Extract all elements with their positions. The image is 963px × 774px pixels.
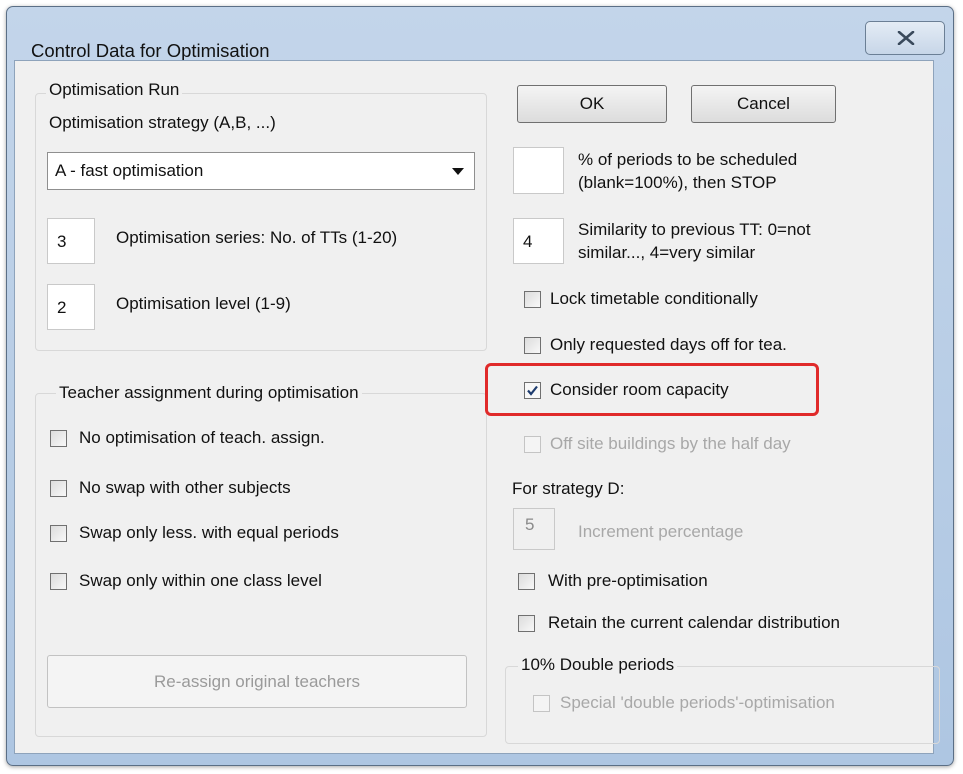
days-off-checkbox[interactable] bbox=[524, 337, 541, 354]
similarity-label-line1: Similarity to previous TT: 0=not bbox=[578, 220, 811, 239]
reassign-teachers-label: Re-assign original teachers bbox=[154, 672, 360, 691]
strategy-selected-value: A - fast optimisation bbox=[55, 161, 204, 180]
optimisation-run-legend: Optimisation Run bbox=[46, 80, 183, 100]
dropdown-arrow-icon bbox=[452, 168, 464, 175]
lock-timetable-checkbox[interactable] bbox=[524, 291, 541, 308]
level-input[interactable]: 2 bbox=[47, 284, 95, 330]
similarity-label-line2: similar..., 4=very similar bbox=[578, 243, 756, 262]
swap-equal-periods-label: Swap only less. with equal periods bbox=[79, 523, 339, 542]
no-optimisation-teach-assign-checkbox[interactable] bbox=[50, 430, 67, 447]
retain-calendar-checkbox[interactable] bbox=[518, 615, 535, 632]
pre-optimisation-checkbox[interactable] bbox=[518, 573, 535, 590]
cancel-label: Cancel bbox=[737, 94, 790, 113]
swap-equal-periods-checkbox[interactable] bbox=[50, 525, 67, 542]
increment-value: 5 bbox=[525, 515, 535, 534]
strategy-dropdown[interactable]: A - fast optimisation bbox=[47, 152, 475, 190]
swap-one-class-level-label: Swap only within one class level bbox=[79, 571, 322, 590]
special-double-periods-label: Special 'double periods'-optimisation bbox=[560, 693, 835, 712]
close-button[interactable] bbox=[865, 21, 945, 55]
days-off-label: Only requested days off for tea. bbox=[550, 335, 787, 354]
series-input[interactable]: 3 bbox=[47, 218, 95, 264]
cancel-button[interactable]: Cancel bbox=[691, 85, 836, 123]
increment-label: Increment percentage bbox=[578, 522, 744, 541]
close-x-icon bbox=[897, 31, 915, 45]
level-label: Optimisation level (1-9) bbox=[116, 294, 291, 313]
room-capacity-checkbox[interactable] bbox=[524, 382, 541, 399]
similarity-input[interactable]: 4 bbox=[513, 218, 564, 264]
ok-button[interactable]: OK bbox=[517, 85, 667, 123]
double-periods-legend: 10% Double periods bbox=[518, 655, 678, 675]
periods-scheduled-label-line2: (blank=100%), then STOP bbox=[578, 173, 777, 192]
special-double-periods-checkbox[interactable] bbox=[533, 695, 550, 712]
retain-calendar-label: Retain the current calendar distribution bbox=[548, 613, 840, 632]
level-value: 2 bbox=[57, 298, 67, 317]
teacher-assignment-legend: Teacher assignment during optimisation bbox=[56, 383, 362, 403]
pre-optimisation-label: With pre-optimisation bbox=[548, 571, 708, 590]
increment-input[interactable]: 5 bbox=[513, 508, 555, 550]
strategy-d-label: For strategy D: bbox=[512, 479, 625, 498]
similarity-value: 4 bbox=[523, 232, 533, 251]
strategy-label: Optimisation strategy (A,B, ...) bbox=[49, 113, 276, 132]
no-swap-other-subjects-label: No swap with other subjects bbox=[79, 478, 291, 497]
dialog-title: Control Data for Optimisation bbox=[31, 40, 270, 61]
lock-timetable-label: Lock timetable conditionally bbox=[550, 289, 758, 308]
no-swap-other-subjects-checkbox[interactable] bbox=[50, 480, 67, 497]
series-label: Optimisation series: No. of TTs (1-20) bbox=[116, 228, 398, 247]
ok-label: OK bbox=[579, 94, 605, 113]
room-capacity-label: Consider room capacity bbox=[550, 380, 729, 399]
checkmark-icon bbox=[527, 385, 538, 396]
periods-scheduled-input[interactable] bbox=[513, 147, 564, 194]
series-value: 3 bbox=[57, 232, 67, 251]
no-optimisation-teach-assign-label: No optimisation of teach. assign. bbox=[79, 428, 325, 447]
reassign-teachers-button[interactable]: Re-assign original teachers bbox=[47, 655, 467, 708]
off-site-buildings-label: Off site buildings by the half day bbox=[550, 434, 791, 453]
swap-one-class-level-checkbox[interactable] bbox=[50, 573, 67, 590]
periods-scheduled-label-line1: % of periods to be scheduled bbox=[578, 150, 798, 169]
off-site-buildings-checkbox[interactable] bbox=[524, 436, 541, 453]
